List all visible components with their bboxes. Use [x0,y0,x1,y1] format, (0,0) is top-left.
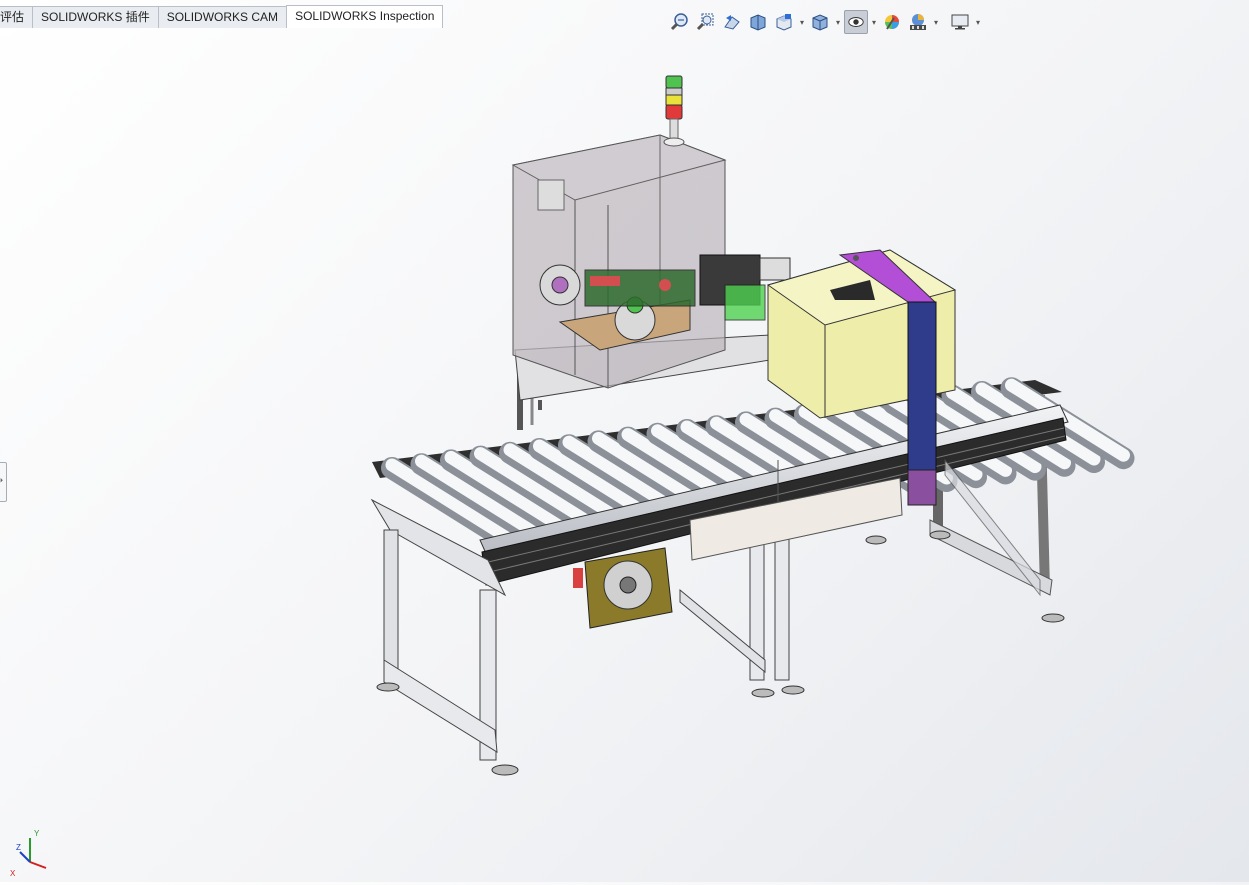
tab-solidworks-inspection[interactable]: SOLIDWORKS Inspection [286,5,444,28]
triad-z-label: Z [16,843,21,852]
reference-triad: Y X Z [10,826,52,878]
inspection-machine-cad-model[interactable] [370,75,1135,776]
tab-solidworks-addins[interactable]: SOLIDWORKS 插件 [32,6,159,28]
graphics-area[interactable]: ⏵ Y X Z [0,30,1249,882]
stack-light [663,75,685,147]
command-manager-tabs: 评估 SOLIDWORKS 插件 SOLIDWORKS CAM SOLIDWOR… [0,0,444,28]
tab-evaluate[interactable]: 评估 [0,6,34,28]
tab-solidworks-cam[interactable]: SOLIDWORKS CAM [157,6,288,28]
feature-manager-collapse-handle[interactable]: ⏵ [0,462,7,502]
triad-y-label: Y [34,829,40,838]
triad-x-label: X [10,869,16,878]
